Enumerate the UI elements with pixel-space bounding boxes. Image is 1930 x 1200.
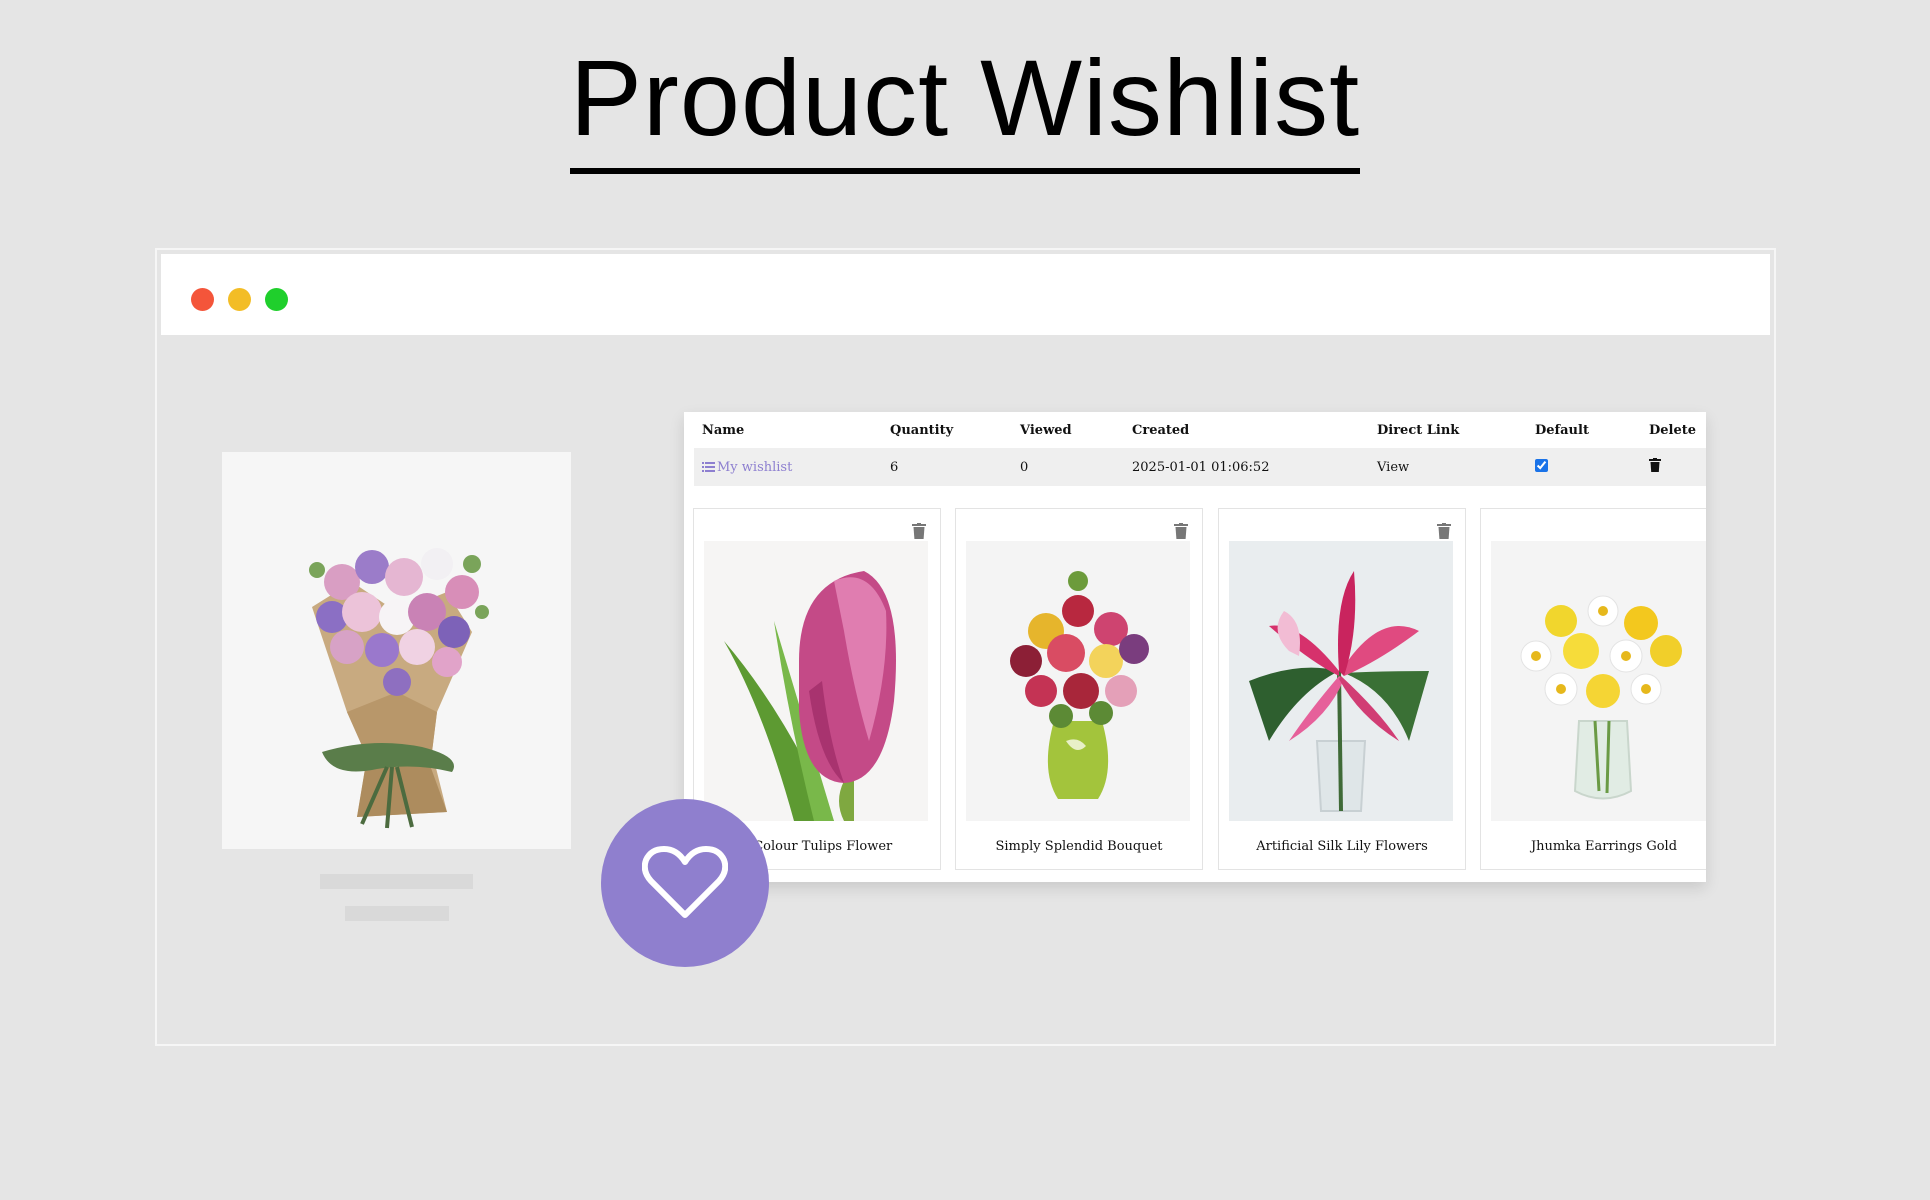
hero-title: Product Wishlist xyxy=(0,40,1930,174)
minimize-window-dot[interactable] xyxy=(228,288,251,311)
item-name[interactable]: Simply Splendid Bouquet xyxy=(956,839,1202,854)
cell-default xyxy=(1527,448,1641,486)
yellow-daisy-vase-image xyxy=(1491,541,1706,821)
list-icon xyxy=(702,461,715,472)
wishlist-item[interactable]: Artificial Silk Lily Flowers xyxy=(1218,508,1466,870)
cell-created: 2025-01-01 01:06:52 xyxy=(1124,448,1369,486)
cell-viewed: 0 xyxy=(1012,448,1124,486)
item-image[interactable] xyxy=(966,541,1190,821)
bouquet-vase-image xyxy=(966,541,1190,821)
product-price-placeholder xyxy=(345,906,449,921)
wishlist-heart-badge[interactable] xyxy=(601,799,769,967)
header-delete: Delete xyxy=(1649,422,1697,438)
wishlist-panel: Name Quantity Viewed Created Direct Link… xyxy=(684,412,1706,882)
pink-tulip-image xyxy=(704,541,928,821)
item-image[interactable] xyxy=(1491,541,1706,821)
pink-lily-image xyxy=(1229,541,1453,821)
header-quantity: Quantity xyxy=(890,422,954,438)
wishlist-item[interactable]: Simply Splendid Bouquet xyxy=(955,508,1203,870)
page-title: Product Wishlist xyxy=(569,40,1361,174)
item-name[interactable]: Jhumka Earrings Gold xyxy=(1481,839,1706,854)
header-direct-link: Direct Link xyxy=(1377,422,1460,438)
cell-delete xyxy=(1641,448,1706,486)
table-row: My wishlist 6 0 2025-01-01 01:06:52 View xyxy=(694,448,1706,486)
product-image-card xyxy=(222,452,571,849)
remove-item-trash-icon[interactable] xyxy=(1437,523,1451,539)
cell-quantity: 6 xyxy=(882,448,1012,486)
item-image[interactable] xyxy=(1229,541,1453,821)
table-header-row: Name Quantity Viewed Created Direct Link… xyxy=(694,412,1706,448)
remove-item-trash-icon[interactable] xyxy=(1174,523,1188,539)
browser-toolbar xyxy=(161,254,1770,335)
item-name[interactable]: Artificial Silk Lily Flowers xyxy=(1219,839,1465,854)
cell-direct-link: View xyxy=(1369,448,1527,486)
close-window-dot[interactable] xyxy=(191,288,214,311)
item-image[interactable] xyxy=(704,541,928,821)
remove-item-trash-icon[interactable] xyxy=(912,523,926,539)
wishlist-name-link[interactable]: My wishlist xyxy=(717,460,792,475)
wishlist-item[interactable]: Jhumka Earrings Gold xyxy=(1480,508,1706,870)
bouquet-image xyxy=(222,452,571,849)
header-viewed: Viewed xyxy=(1020,422,1072,438)
maximize-window-dot[interactable] xyxy=(265,288,288,311)
header-default: Default xyxy=(1535,422,1589,438)
product-title-placeholder xyxy=(320,874,473,889)
default-checkbox[interactable] xyxy=(1535,458,1548,472)
delete-wishlist-trash-icon[interactable] xyxy=(1649,458,1661,472)
wishlist-table: Name Quantity Viewed Created Direct Link… xyxy=(694,412,1706,486)
header-created: Created xyxy=(1132,422,1190,438)
header-name: Name xyxy=(702,422,745,438)
heart-icon xyxy=(642,846,728,918)
cell-name: My wishlist xyxy=(694,448,882,486)
view-link[interactable]: View xyxy=(1377,460,1409,475)
